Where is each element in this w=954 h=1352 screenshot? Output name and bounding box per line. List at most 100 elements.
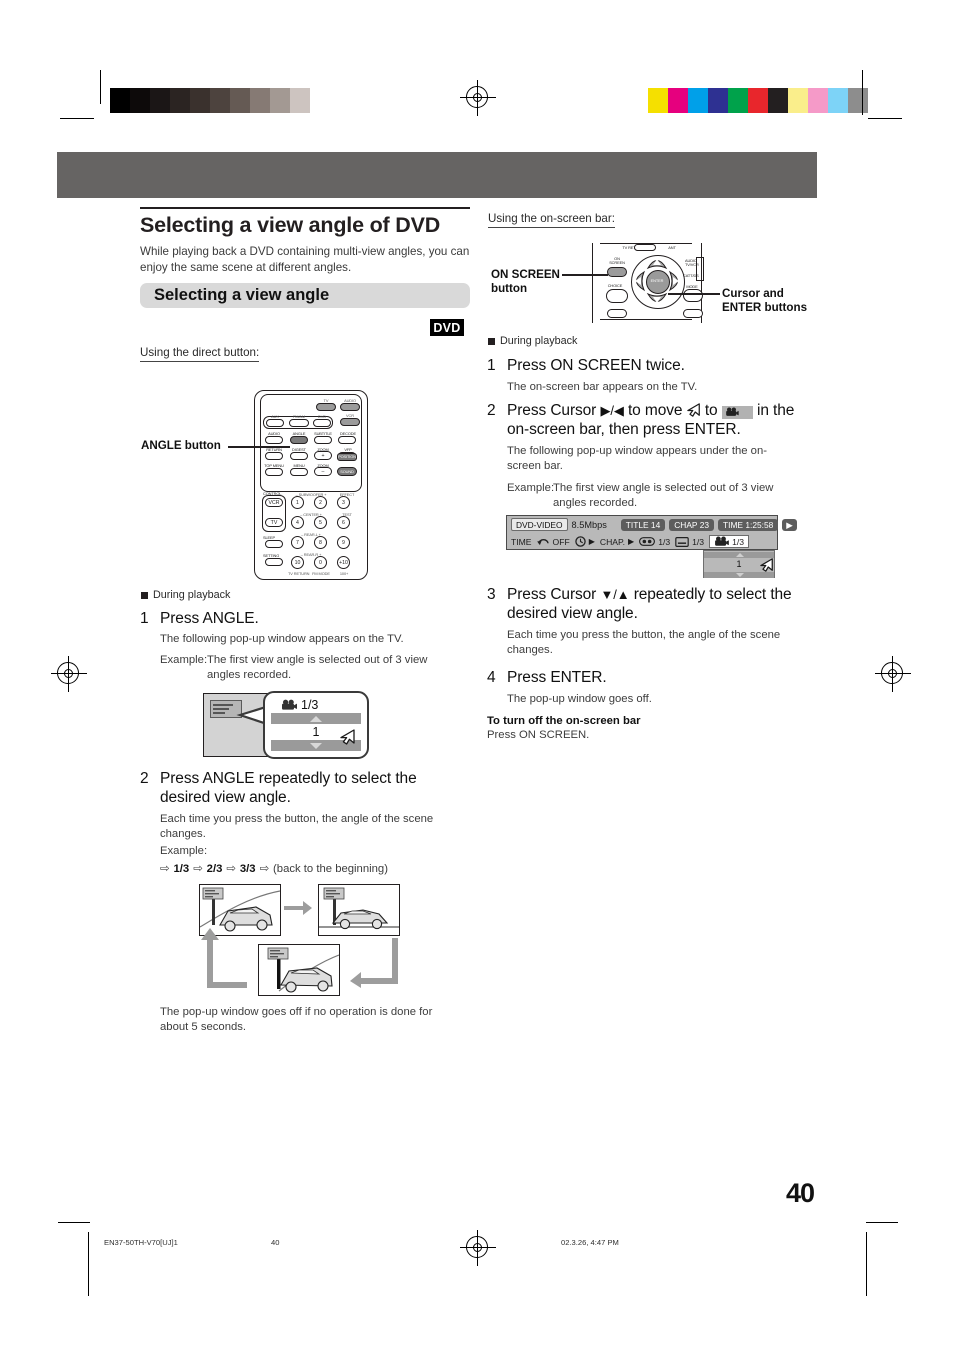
remote-button-vcr-power[interactable] — [340, 418, 360, 426]
remote-button-num-7[interactable]: 7 — [291, 536, 304, 549]
remote-button-setting[interactable] — [265, 558, 283, 566]
remote-button-angle[interactable] — [290, 436, 308, 444]
remote-button-dvd[interactable] — [313, 419, 331, 427]
remote-button-num-2[interactable]: 2 — [314, 496, 327, 509]
osb-audio-field[interactable]: 1/3 — [639, 537, 670, 547]
remote-button-num-9[interactable]: 9 — [337, 536, 350, 549]
remote-label-enter: ENTER — [650, 278, 664, 283]
remote-button-digest[interactable] — [290, 452, 308, 460]
remote-button-num-1[interactable]: 1 — [291, 496, 304, 509]
onscreen-bar-subhead: Using the on-screen bar: — [488, 212, 615, 228]
remote-button-control-tv[interactable]: TV — [265, 518, 283, 527]
remote-button-extra-left[interactable] — [607, 309, 627, 318]
angle-popup-window-left: 1/3 1 — [263, 691, 369, 759]
registration-mark-right — [875, 656, 911, 692]
popup-up-row-left[interactable] — [271, 713, 361, 724]
osb-popup-down-row[interactable] — [704, 572, 774, 578]
calibration-swatch-3 — [708, 88, 728, 113]
remote-button-num-5[interactable]: 5 — [314, 516, 327, 529]
remote-button-num-4[interactable]: 4 — [291, 516, 304, 529]
osb-repeat-value: OFF — [552, 536, 570, 547]
osb-chapter-chip[interactable]: CHAP 23 — [669, 518, 715, 531]
triangle-up-icon — [310, 716, 322, 722]
cursor-callout-line2: ENTER buttons — [722, 301, 808, 315]
remote-button-decode[interactable] — [338, 436, 356, 444]
trim-line-left — [88, 1232, 89, 1296]
remote-button-num-8[interactable]: 8 — [314, 536, 327, 549]
cursor-callout-line1: Cursor and — [722, 287, 784, 300]
osb-play-icon[interactable]: ▶ — [782, 518, 797, 531]
angle-button-callout: ANGLE button — [141, 439, 221, 452]
footer-page-number: 40 — [271, 1238, 280, 1247]
angle-button-leader-line — [228, 446, 290, 448]
remote-button-sleep[interactable] — [265, 540, 283, 548]
left-step-2-example-label: Example: — [160, 845, 208, 857]
angle-field-chip — [721, 405, 753, 419]
remote-button-choice[interactable] — [606, 289, 628, 303]
title-rule — [140, 207, 470, 210]
osb-chapter-label: CHAP. — [599, 536, 626, 547]
direct-button-subhead: Using the direct button: — [140, 346, 260, 362]
remote-button-aux[interactable] — [266, 419, 284, 427]
cursor-enter-callout: Cursor and ENTER buttons — [722, 287, 807, 316]
on-screen-bar-row-1: DVD-VIDEO 8.5Mbps TITLE 14 CHAP 23 TIME … — [511, 517, 797, 532]
cursor-right-button[interactable] — [668, 270, 683, 292]
remote-button-num-3[interactable]: 3 — [337, 496, 350, 509]
remote-button-extra-right[interactable] — [683, 309, 703, 318]
remote-button-top-menu[interactable] — [265, 468, 283, 476]
section-title-label: Selecting a view angle — [154, 286, 330, 304]
remote-label-fm-mode: FM MODE — [312, 571, 330, 576]
calibration-swatch-10 — [310, 88, 330, 113]
crop-mark-top-left-h — [60, 118, 94, 119]
remote-button-fmam[interactable] — [289, 419, 309, 427]
remote-button-num-10[interactable]: 10 — [291, 556, 304, 569]
right-step-3-number: 3 — [487, 586, 496, 603]
cursor-left-button[interactable] — [631, 270, 646, 292]
osb-subtitle-field[interactable]: 1/3 — [675, 537, 704, 547]
remote-button-audio[interactable] — [265, 436, 283, 444]
cursor-up-button[interactable] — [646, 255, 668, 270]
remote-button-zoom-minus[interactable]: – — [314, 467, 332, 476]
repeat-icon — [536, 538, 549, 546]
crop-mark-top-right-h — [868, 118, 902, 119]
remote-button-audio-power[interactable] — [340, 403, 360, 411]
osb-time-chip[interactable]: TIME 1:25:58 — [718, 518, 779, 531]
remote-button-num-0[interactable]: 0 — [314, 556, 327, 569]
footer-document-code: EN37-50TH-V70[UJ]1 — [104, 1238, 178, 1247]
left-step-2-title: Press ANGLE repeatedly to select the des… — [160, 770, 417, 806]
calibration-swatch-7 — [250, 88, 270, 113]
calibration-swatch-5 — [748, 88, 768, 113]
osb-title-chip[interactable]: TITLE 14 — [620, 518, 666, 531]
osb-chapter-field[interactable]: CHAP. ▶ — [600, 537, 634, 547]
triangle-up-icon-right — [736, 553, 744, 557]
osb-time-label[interactable]: TIME — [511, 537, 532, 547]
remote-button-num-6[interactable]: 6 — [337, 516, 350, 529]
remote-button-menu[interactable] — [290, 468, 308, 476]
remote-button-num-plus10[interactable]: +10 — [337, 556, 350, 569]
calibration-swatch-4 — [728, 88, 748, 113]
osb-chapter-arrow: ▶ — [628, 537, 635, 546]
remote-button-tv-power[interactable] — [316, 403, 336, 411]
remote-button-tv-return-top[interactable] — [634, 244, 656, 251]
on-screen-bar: DVD-VIDEO 8.5Mbps TITLE 14 CHAP 23 TIME … — [506, 515, 797, 550]
remote-button-mode[interactable] — [683, 289, 703, 302]
left-step-1-body: The following pop-up window appears on t… — [160, 633, 404, 645]
remote-button-zoom-plus[interactable]: + — [314, 451, 332, 460]
right-step-2-title-p1: Press Cursor — [507, 402, 601, 419]
cursor-down-button[interactable] — [646, 292, 668, 307]
osb-angle-field[interactable]: 1/3 — [709, 535, 750, 548]
osb-clock-field[interactable]: ▶ — [574, 536, 595, 547]
calibration-swatch-3 — [170, 88, 190, 113]
osb-repeat-field[interactable]: OFF — [536, 536, 570, 547]
remote-button-control-vcr[interactable]: VCR — [265, 498, 283, 507]
registration-mark-top — [460, 80, 496, 116]
remote-button-subtitle[interactable] — [314, 436, 332, 444]
on-screen-callout-line1: ON SCREEN — [491, 268, 560, 281]
remote-button-return[interactable] — [265, 452, 283, 460]
remote-button-on-screen[interactable] — [607, 267, 627, 277]
left-step-1-example-label: Example: — [160, 654, 208, 666]
popup-head-left: 1/3 — [281, 698, 318, 712]
cycle-arrow-right-icon — [284, 901, 312, 915]
car-body-3 — [280, 967, 333, 993]
angle-camera-icon — [282, 699, 297, 710]
